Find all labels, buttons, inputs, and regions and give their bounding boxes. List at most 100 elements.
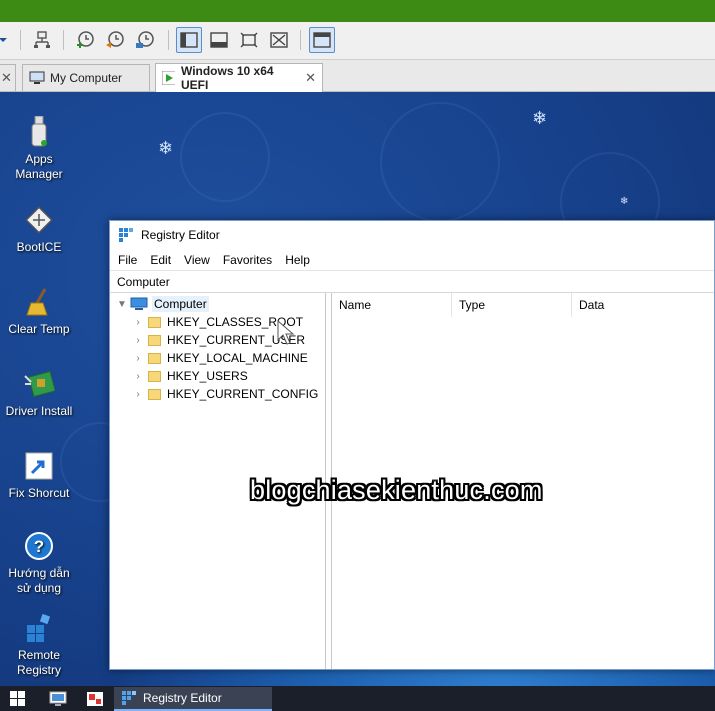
driver-board-icon [24, 370, 55, 398]
snowflake-icon: ❄ [620, 196, 629, 207]
toolbar-separator [63, 30, 64, 50]
tree-node-hklm[interactable]: › HKEY_LOCAL_MACHINE [132, 349, 308, 367]
desktop-icon-label: BootICE [16, 240, 62, 254]
tab-my-computer[interactable]: My Computer [22, 64, 150, 91]
snowflake-icon: ❄ [532, 108, 548, 129]
snowflake-icon: ❄ [158, 138, 174, 159]
monitor-icon [29, 71, 45, 84]
desktop-icon-fix-shortcut[interactable]: Fix Shorcut [0, 450, 78, 501]
address-text: Computer [117, 274, 170, 289]
column-header-data[interactable]: Data [572, 293, 715, 317]
column-header-label: Data [579, 298, 605, 312]
svg-text:?: ? [34, 537, 44, 556]
column-header-name[interactable]: Name [332, 293, 452, 317]
desktop-icon-label: Hướng dẫn sử dụng [8, 566, 70, 595]
tree-node-hkcc[interactable]: › HKEY_CURRENT_CONFIG [132, 385, 318, 403]
dropdown-arrow-icon[interactable] [0, 27, 16, 53]
computer-icon [130, 297, 148, 310]
taskbar-tool-icon[interactable] [86, 691, 104, 707]
close-icon[interactable]: ✕ [305, 70, 316, 86]
menu-edit[interactable]: Edit [150, 253, 171, 267]
tree-node-hku[interactable]: › HKEY_USERS [132, 367, 248, 385]
column-header-type[interactable]: Type [452, 293, 572, 317]
desktop-icon-label: Apps Manager [15, 152, 63, 181]
snapshot-manager-icon[interactable] [132, 27, 158, 53]
taskbar-item-label: Registry Editor [143, 691, 222, 705]
desktop-icon-label: Fix Shorcut [8, 486, 70, 500]
folder-icon [148, 316, 161, 328]
registry-editor-window: Registry Editor File Edit View Favorites… [109, 220, 715, 670]
regedit-icon [122, 691, 136, 705]
menu-favorites[interactable]: Favorites [223, 253, 272, 267]
show-sidebar-icon[interactable] [176, 27, 202, 53]
broom-icon [26, 288, 48, 316]
mouse-cursor-icon [277, 320, 295, 345]
chevron-down-icon[interactable]: ▼ [116, 299, 128, 310]
tree-node-label: HKEY_USERS [167, 369, 248, 383]
desktop-icon-apps-manager[interactable]: Apps Manager [0, 116, 78, 182]
folder-icon [148, 352, 161, 364]
snapshot-take-icon[interactable] [72, 27, 98, 53]
full-screen-icon[interactable] [236, 27, 262, 53]
menu-view[interactable]: View [184, 253, 210, 267]
network-icon[interactable] [29, 27, 55, 53]
folder-icon [148, 388, 161, 400]
registry-cubes-icon [27, 613, 51, 642]
chevron-right-icon[interactable]: › [132, 371, 144, 382]
tab-windows-10[interactable]: Windows 10 x64 UEFI ✕ [155, 63, 323, 92]
chevron-right-icon[interactable]: › [132, 353, 144, 364]
desktop-icon-label: Driver Install [5, 404, 73, 418]
taskbar: Registry Editor [0, 686, 715, 711]
regedit-icon [119, 228, 133, 242]
usb-drive-icon [31, 116, 47, 147]
unity-view-icon[interactable] [266, 27, 292, 53]
watermark-text: blogchiasekienthuc.com [250, 475, 543, 505]
tree-node-label: HKEY_LOCAL_MACHINE [167, 351, 308, 365]
chevron-right-icon[interactable]: › [132, 389, 144, 400]
toolbar-separator [20, 30, 21, 50]
console-view-icon[interactable] [206, 27, 232, 53]
toolbar-separator [300, 30, 301, 50]
bootice-icon [25, 206, 53, 234]
folder-icon [148, 370, 161, 382]
tab-partial[interactable]: ✕ [0, 64, 16, 91]
desktop-icon-label: Clear Temp [8, 322, 70, 336]
tree-node-label: HKEY_CURRENT_CONFIG [167, 387, 319, 401]
toolbar-separator [168, 30, 169, 50]
column-header-label: Type [459, 298, 486, 312]
wallpaper-swirl [180, 112, 270, 202]
close-icon[interactable]: ✕ [1, 70, 12, 86]
desktop-icon-bootice[interactable]: BootICE [0, 204, 78, 255]
menu-help[interactable]: Help [285, 253, 310, 267]
desktop-icon-remote-registry[interactable]: Remote Registry [0, 612, 78, 678]
shortcut-arrow-icon [25, 452, 53, 480]
column-header-label: Name [339, 298, 372, 312]
window-title: Registry Editor [141, 228, 220, 242]
play-icon [162, 71, 175, 85]
tab-label: My Computer [50, 71, 123, 85]
host-toolbar [0, 22, 715, 60]
host-tab-bar: ✕ My Computer Windows 10 x64 UEFI ✕ [0, 60, 715, 92]
address-bar[interactable]: Computer [110, 271, 714, 293]
desktop-icon-driver-install[interactable]: Driver Install [0, 368, 78, 419]
tabbed-view-icon[interactable] [309, 27, 335, 53]
menu-bar: File Edit View Favorites Help [110, 249, 714, 271]
taskbar-explorer-icon[interactable] [49, 691, 67, 707]
windows-start-icon[interactable] [10, 691, 26, 707]
chevron-right-icon[interactable]: › [132, 335, 144, 346]
tab-label: Windows 10 x64 UEFI [180, 64, 274, 92]
host-title-strip [0, 0, 715, 22]
tree-node-computer[interactable]: ▼ Computer [116, 295, 209, 313]
taskbar-item-registry-editor[interactable]: Registry Editor [114, 687, 272, 711]
desktop-icon-label: Remote Registry [16, 648, 61, 677]
tree-node-label: Computer [152, 296, 209, 312]
menu-file[interactable]: File [118, 253, 137, 267]
folder-icon [148, 334, 161, 346]
desktop-icon-huong-dan[interactable]: ? Hướng dẫn sử dụng [0, 530, 78, 596]
wallpaper-swirl [380, 102, 500, 222]
help-icon: ? [25, 532, 53, 560]
desktop-icon-clear-temp[interactable]: Clear Temp [0, 286, 78, 337]
window-title-bar[interactable]: Registry Editor [110, 221, 714, 249]
snapshot-revert-icon[interactable] [102, 27, 128, 53]
chevron-right-icon[interactable]: › [132, 317, 144, 328]
